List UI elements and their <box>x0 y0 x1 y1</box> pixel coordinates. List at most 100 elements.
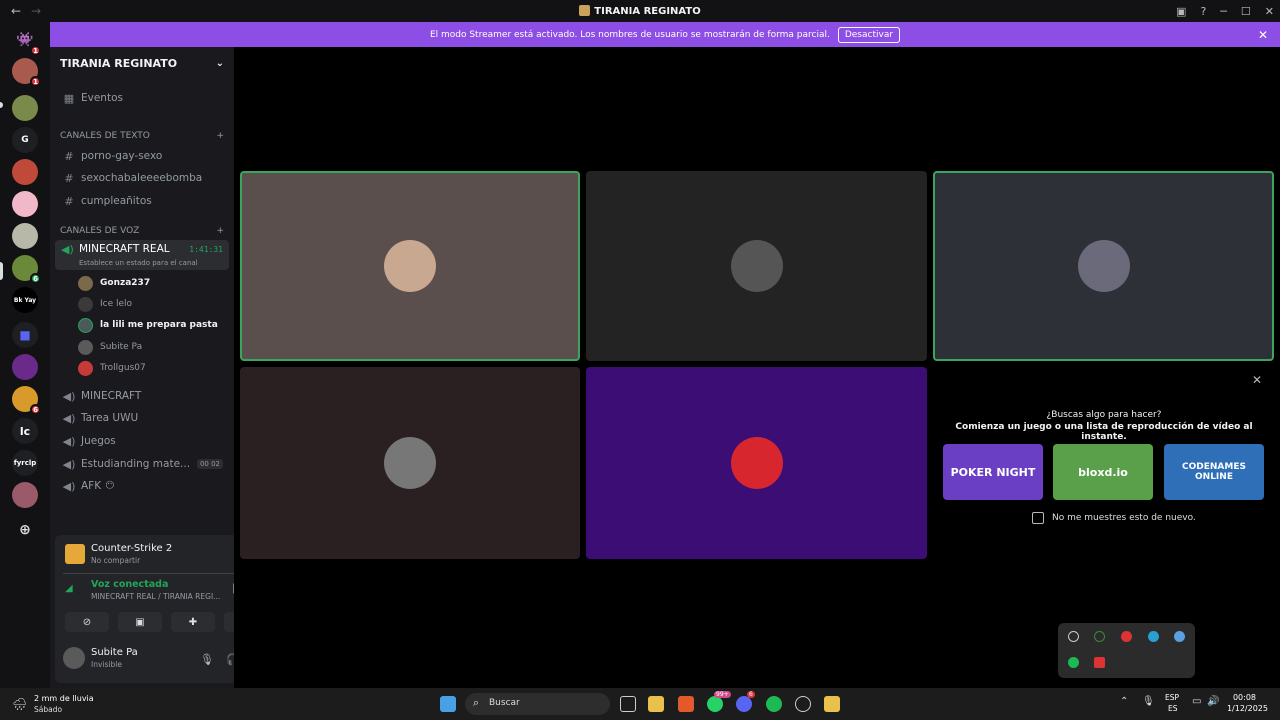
camera-button[interactable]: ⊘ <box>65 612 109 632</box>
steam-icon[interactable] <box>795 696 811 712</box>
video-tile[interactable] <box>933 171 1274 361</box>
file-explorer-icon[interactable] <box>648 696 664 712</box>
calendar-icon: ▦ <box>63 91 75 105</box>
maximize-icon[interactable]: ☐ <box>1241 5 1251 18</box>
emoji-icon: 😶 <box>105 481 115 491</box>
voice-channel[interactable]: ◀) MINECRAFT <box>55 385 229 407</box>
text-channel[interactable]: # sexochabaleeeebomba <box>55 167 229 189</box>
active-voice-channel[interactable]: ◀) MINECRAFT REAL 1:41:31 Establece un e… <box>55 240 229 270</box>
add-server-icon[interactable]: ⊕ <box>12 517 38 543</box>
user-info[interactable]: Subite Pa Invisible <box>63 643 173 673</box>
channel-sidebar: TIRANIA REGINATO ⌄ ▦ Eventos CANALES DE T… <box>50 47 277 688</box>
volume-icon[interactable]: 🔊 <box>1207 696 1219 707</box>
hash-icon: # <box>64 149 74 163</box>
minimize-icon[interactable]: ─ <box>1220 5 1227 18</box>
server-icon[interactable] <box>12 482 38 508</box>
server-icon[interactable] <box>12 159 38 185</box>
discord-badge: 6 <box>747 691 755 698</box>
spotify-icon[interactable] <box>1068 657 1079 668</box>
video-tile[interactable] <box>240 367 580 559</box>
voice-member[interactable]: Subite Pa <box>78 337 142 357</box>
server-icon[interactable] <box>12 95 38 121</box>
language-indicator[interactable]: ESP <box>1165 693 1179 702</box>
microphone-icon[interactable]: 🎙 <box>200 653 214 666</box>
voice-channel[interactable]: ◀) Estudianding mate... 00 02 <box>55 453 229 475</box>
avatar <box>384 437 436 489</box>
tray-icon[interactable] <box>1121 631 1132 642</box>
activity-card[interactable]: CODENAMES ONLINE <box>1164 444 1264 500</box>
voice-member[interactable]: Trollgus07 <box>78 358 146 378</box>
steam-icon[interactable] <box>1174 631 1185 642</box>
add-channel-icon[interactable]: + <box>216 226 224 236</box>
dont-show-checkbox[interactable]: No me muestres esto de nuevo. <box>1032 512 1196 524</box>
server-sidebar: 👾 1 1 G 6 Bk Yay ■ 6 lc fyrclp ⊕ <box>0 22 50 688</box>
title-bar: ← → TIRANIA REGINATO ▣ ? ─ ☐ ✕ <box>0 0 1280 22</box>
video-tile[interactable] <box>240 171 580 361</box>
avatar <box>78 317 93 333</box>
tray-icon[interactable] <box>1094 631 1105 642</box>
text-category[interactable]: CANALES DE TEXTO + <box>60 131 224 141</box>
close-icon[interactable]: ✕ <box>1258 28 1268 42</box>
server-icon[interactable]: lc <box>12 418 38 444</box>
hash-icon: # <box>64 194 74 208</box>
server-icon[interactable] <box>12 191 38 217</box>
voice-member[interactable]: la lili me prepara pasta <box>78 315 218 335</box>
task-view-icon[interactable] <box>620 696 636 712</box>
deactivate-button[interactable]: Desactivar <box>837 26 901 43</box>
search-icon: ⌕ <box>473 696 480 709</box>
whatsapp-icon[interactable] <box>707 696 723 712</box>
network-icon[interactable]: ▭ <box>1192 696 1201 707</box>
voice-member[interactable]: Gonza237 <box>78 273 150 293</box>
server-icon[interactable]: G <box>12 127 38 153</box>
avatar <box>1077 240 1130 292</box>
chevron-up-icon[interactable]: ⌃ <box>1120 696 1128 707</box>
server-icon[interactable] <box>12 354 38 380</box>
banner-text: El modo Streamer está activado. Los nomb… <box>429 29 830 40</box>
voice-stage: ✕ ¿Buscas algo para hacer? Comienza un j… <box>234 47 1280 688</box>
voice-channel[interactable]: ◀) AFK 😶 <box>55 475 229 497</box>
activities-button[interactable]: ✚ <box>171 612 215 632</box>
avatar <box>730 240 783 292</box>
activity-card[interactable]: POKER NIGHT <box>943 444 1043 500</box>
help-icon[interactable]: ? <box>1200 5 1206 18</box>
direct-messages-button[interactable]: 👾 1 <box>12 27 41 56</box>
brave-icon[interactable] <box>678 696 694 712</box>
server-icon[interactable]: Bk Yay <box>12 287 38 313</box>
server-icon[interactable]: 1 <box>12 58 41 87</box>
app-icon[interactable] <box>824 696 840 712</box>
activity-card[interactable]: bloxd.io <box>1053 444 1153 500</box>
spotify-icon[interactable] <box>766 696 782 712</box>
microphone-icon[interactable]: 🎙 <box>1142 696 1155 707</box>
add-channel-icon[interactable]: + <box>216 131 224 141</box>
server-icon[interactable]: 6 <box>12 255 41 284</box>
voice-member[interactable]: Ice lelo <box>78 294 132 314</box>
close-window-icon[interactable]: ✕ <box>1265 5 1274 18</box>
screen-share-button[interactable]: ▣ <box>118 612 162 632</box>
inbox-icon[interactable]: ▣ <box>1176 5 1186 18</box>
start-icon[interactable] <box>440 696 456 712</box>
server-icon[interactable]: 6 <box>12 386 41 415</box>
video-tile[interactable] <box>586 171 927 361</box>
tray-icon[interactable] <box>1094 657 1105 668</box>
folder-icon[interactable]: ■ <box>12 322 38 348</box>
avatar <box>63 647 85 669</box>
video-tile[interactable] <box>586 367 927 559</box>
close-icon[interactable]: ✕ <box>1252 373 1262 387</box>
speaker-icon: ◀) <box>62 479 76 493</box>
guild-header[interactable]: TIRANIA REGINATO ⌄ <box>50 47 234 79</box>
weather-widget[interactable]: 🌧 2 mm de lluvia Sábado <box>12 691 112 717</box>
search-box[interactable]: ⌕ Buscar <box>465 693 610 715</box>
tray-icon[interactable] <box>1148 631 1159 642</box>
tray-icon[interactable] <box>1068 631 1079 642</box>
text-channel[interactable]: # cumpleañitos <box>55 190 229 212</box>
text-channel[interactable]: # porno-gay-sexo <box>55 145 229 167</box>
voice-channel[interactable]: ◀) Tarea UWU <box>55 407 229 429</box>
server-icon[interactable]: fyrclp <box>12 450 38 476</box>
voice-channel[interactable]: ◀) Juegos <box>55 430 229 452</box>
clock[interactable]: 00:08 <box>1233 693 1256 702</box>
avatar <box>78 275 93 291</box>
events-item[interactable]: ▦ Eventos <box>55 87 229 109</box>
voice-category[interactable]: CANALES DE VOZ + <box>60 226 224 236</box>
server-icon[interactable] <box>12 223 38 249</box>
discord-icon[interactable] <box>736 696 752 712</box>
